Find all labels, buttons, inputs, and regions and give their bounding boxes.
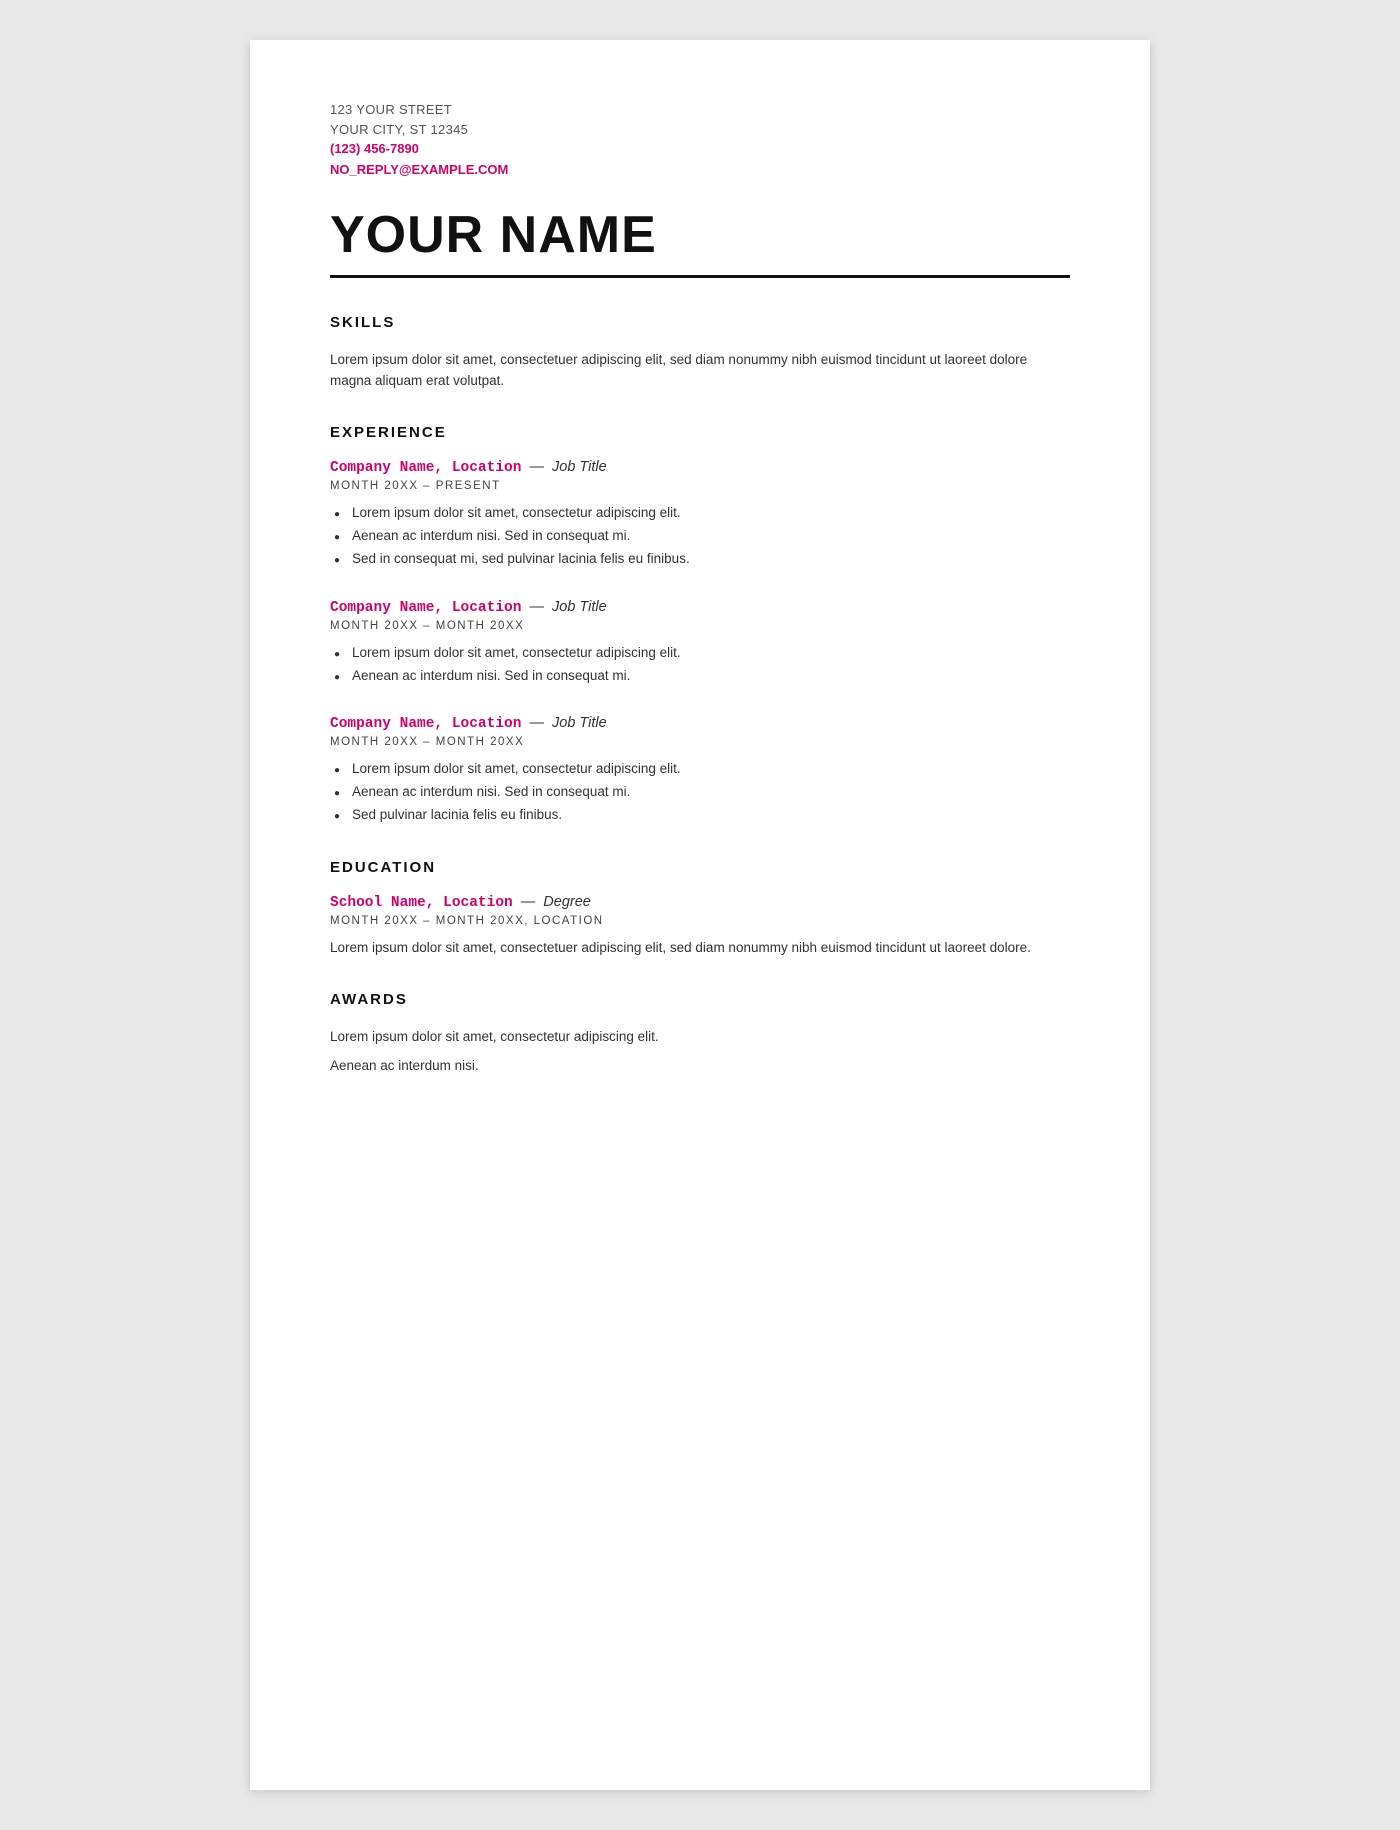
name-divider	[330, 275, 1070, 278]
email[interactable]: NO_REPLY@EXAMPLE.COM	[330, 160, 1070, 181]
city-state: YOUR CITY, ST 12345	[330, 120, 1070, 140]
bullet-1-3: Sed in consequat mi, sed pulvinar lacini…	[330, 548, 1070, 571]
experience-entry-2: Company Name, Location — Job Title MONTH…	[330, 599, 1070, 688]
experience-section: EXPERIENCE Company Name, Location — Job …	[330, 424, 1070, 828]
bullet-2-2: Aenean ac interdum nisi. Sed in consequa…	[330, 665, 1070, 688]
company-2: Company Name, Location	[330, 600, 521, 616]
experience-heading-1: Company Name, Location — Job Title	[330, 459, 1070, 476]
job-title-3: Job Title	[552, 715, 607, 731]
job-title-2: Job Title	[552, 599, 607, 615]
resume-page: 123 YOUR STREET YOUR CITY, ST 12345 (123…	[250, 40, 1150, 1790]
bullet-3-2: Aenean ac interdum nisi. Sed in consequa…	[330, 781, 1070, 804]
phone[interactable]: (123) 456-7890	[330, 139, 1070, 160]
bullet-1-2: Aenean ac interdum nisi. Sed in consequa…	[330, 525, 1070, 548]
edu-dash: —	[521, 894, 536, 910]
bullets-1: Lorem ipsum dolor sit amet, consectetur …	[330, 502, 1070, 571]
company-1: Company Name, Location	[330, 460, 521, 476]
skills-body: Lorem ipsum dolor sit amet, consectetuer…	[330, 349, 1070, 392]
education-heading-1: School Name, Location — Degree	[330, 894, 1070, 911]
street-address: 123 YOUR STREET	[330, 100, 1070, 120]
skills-title: SKILLS	[330, 314, 1070, 331]
dates-2: MONTH 20XX – MONTH 20XX	[330, 620, 1070, 632]
company-3: Company Name, Location	[330, 716, 521, 732]
experience-entry-3: Company Name, Location — Job Title MONTH…	[330, 715, 1070, 827]
education-title: EDUCATION	[330, 859, 1070, 876]
bullets-2: Lorem ipsum dolor sit amet, consectetur …	[330, 642, 1070, 688]
dash-2: —	[529, 599, 544, 615]
bullets-3: Lorem ipsum dolor sit amet, consectetur …	[330, 758, 1070, 827]
awards-line-2: Aenean ac interdum nisi.	[330, 1055, 1070, 1078]
bullet-3-3: Sed pulvinar lacinia felis eu finibus.	[330, 804, 1070, 827]
dates-1: MONTH 20XX – PRESENT	[330, 480, 1070, 492]
education-section: EDUCATION School Name, Location — Degree…	[330, 859, 1070, 959]
dash-3: —	[529, 715, 544, 731]
full-name: YOUR NAME	[330, 205, 1070, 265]
bullet-2-1: Lorem ipsum dolor sit amet, consectetur …	[330, 642, 1070, 665]
experience-entry-1: Company Name, Location — Job Title MONTH…	[330, 459, 1070, 571]
experience-heading-3: Company Name, Location — Job Title	[330, 715, 1070, 732]
awards-title: AWARDS	[330, 991, 1070, 1008]
contact-info: 123 YOUR STREET YOUR CITY, ST 12345 (123…	[330, 100, 1070, 181]
skills-section: SKILLS Lorem ipsum dolor sit amet, conse…	[330, 314, 1070, 392]
experience-heading-2: Company Name, Location — Job Title	[330, 599, 1070, 616]
education-entry-1: School Name, Location — Degree MONTH 20X…	[330, 894, 1070, 959]
job-title-1: Job Title	[552, 459, 607, 475]
experience-title: EXPERIENCE	[330, 424, 1070, 441]
awards-line-1: Lorem ipsum dolor sit amet, consectetur …	[330, 1026, 1070, 1049]
dates-3: MONTH 20XX – MONTH 20XX	[330, 736, 1070, 748]
awards-section: AWARDS Lorem ipsum dolor sit amet, conse…	[330, 991, 1070, 1078]
dash-1: —	[529, 459, 544, 475]
edu-description: Lorem ipsum dolor sit amet, consectetuer…	[330, 937, 1070, 959]
degree: Degree	[543, 894, 591, 910]
school-name: School Name, Location	[330, 895, 513, 911]
edu-dates: MONTH 20XX – MONTH 20XX, LOCATION	[330, 915, 1070, 927]
bullet-3-1: Lorem ipsum dolor sit amet, consectetur …	[330, 758, 1070, 781]
bullet-1-1: Lorem ipsum dolor sit amet, consectetur …	[330, 502, 1070, 525]
